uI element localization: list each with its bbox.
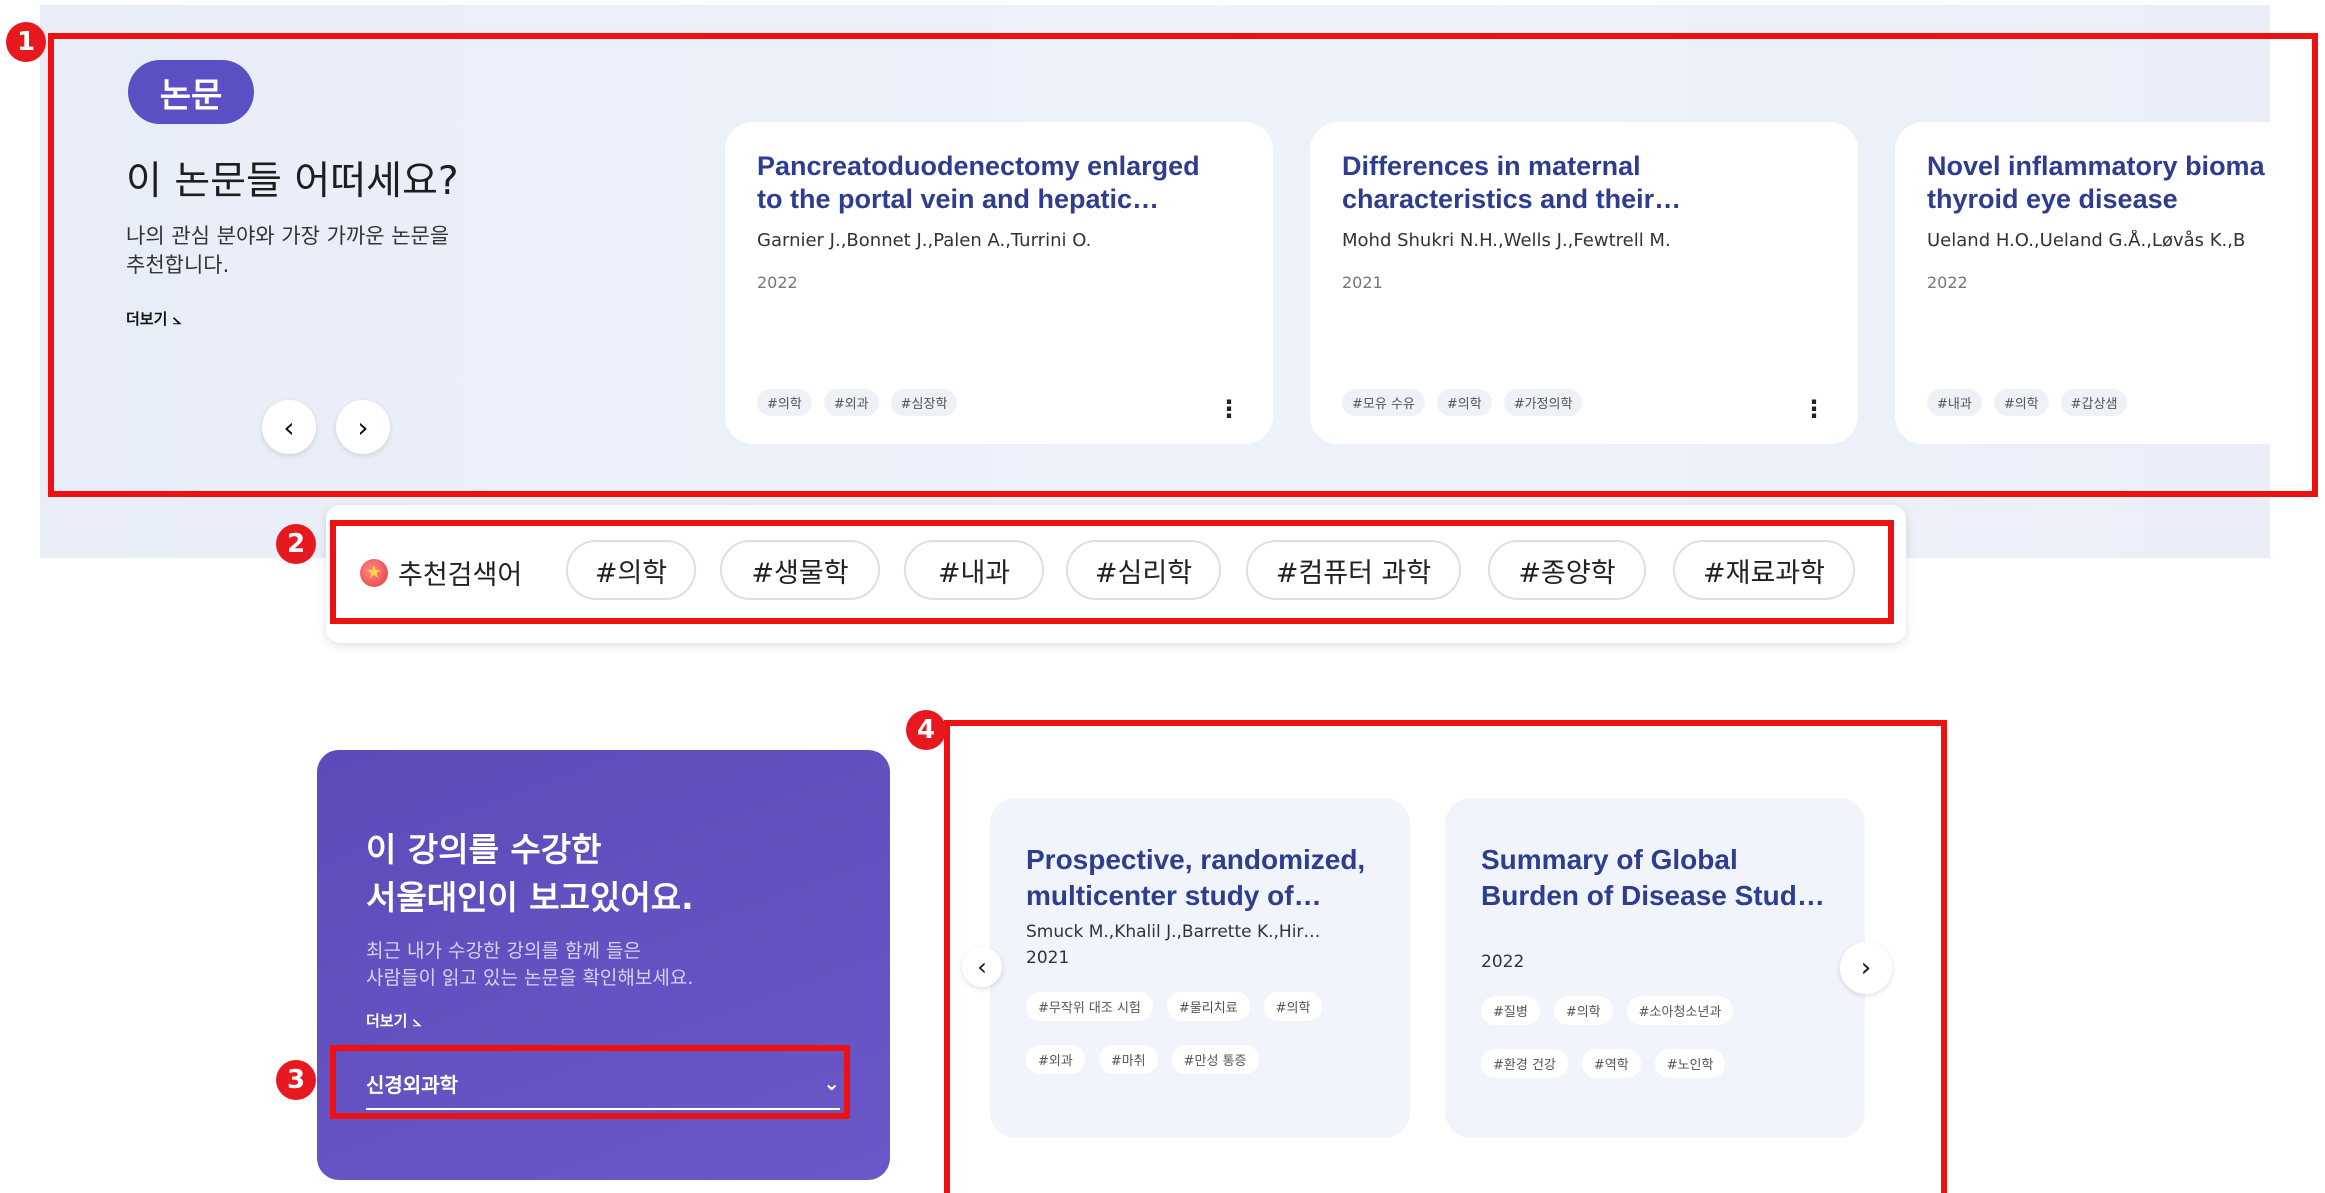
annotation-marker-2: 2	[276, 524, 316, 564]
tag-chip[interactable]: #소아청소년과	[1626, 996, 1734, 1025]
recommended-paper-card[interactable]: Prospective, randomized, multicenter stu…	[990, 798, 1410, 1138]
tag-chip[interactable]: #노인학	[1654, 1049, 1726, 1078]
search-label-text: 추천검색어	[398, 560, 523, 591]
tag-chip[interactable]: #외과	[823, 389, 879, 416]
lecture-title-line: 이 강의를 수강한	[366, 830, 602, 869]
keyword-chip[interactable]: #컴퓨터 과학	[1246, 540, 1461, 600]
tag-chip[interactable]: #역학	[1581, 1049, 1641, 1078]
chevron-right-icon: ›	[357, 410, 369, 444]
paper-title-line: to the portal vein and hepatic…	[757, 184, 1160, 214]
rec-title-line: Prospective, randomized,	[1026, 844, 1366, 875]
tag-chip[interactable]: #질병	[1481, 996, 1540, 1025]
recommend-prev-button[interactable]: ‹	[962, 947, 1002, 987]
papers-badge: 논문	[128, 60, 254, 124]
paper-card-title[interactable]: Novel inflammatory bioma thyroid eye dis…	[1927, 150, 2270, 216]
lecture-section-description: 최근 내가 수강한 강의를 함께 들은 사람들이 읽고 있는 논문을 확인해보세…	[366, 938, 693, 992]
keyword-chip[interactable]: #내과	[904, 540, 1044, 600]
lecture-title-line: 서울대인이 보고있어요.	[366, 878, 694, 917]
tag-chip[interactable]: #마취	[1098, 1045, 1158, 1074]
rec-card-tags: #질병 #의학 #소아청소년과	[1481, 996, 1829, 1025]
tag-chip[interactable]: #의학	[1263, 992, 1323, 1021]
papers-next-button[interactable]: ›	[336, 400, 390, 454]
tag-chip[interactable]: #환경 건강	[1481, 1049, 1568, 1078]
lecture-description-line: 최근 내가 수강한 강의를 함께 들은	[366, 940, 641, 962]
tag-chip[interactable]: #만성 통증	[1171, 1045, 1259, 1074]
paper-title-line: characteristics and their…	[1342, 184, 1682, 214]
keyword-chip[interactable]: #의학	[566, 540, 696, 600]
paper-card-year: 2021	[1342, 273, 1383, 292]
paper-title-line: Differences in maternal	[1342, 151, 1641, 181]
rec-card-year: 2022	[1481, 952, 1525, 972]
star-badge-icon: ★	[360, 558, 388, 587]
chevron-left-icon: ‹	[977, 953, 987, 981]
paper-card-tags: #의학 #외과 #심장학	[757, 389, 958, 416]
paper-card[interactable]: Pancreatoduodenectomy enlarged to the po…	[725, 122, 1273, 444]
rec-title-line: Summary of Global	[1481, 844, 1738, 875]
tag-chip[interactable]: #모유 수유	[1342, 389, 1425, 416]
annotation-marker-3: 3	[276, 1060, 316, 1100]
rec-card-authors: Smuck M.,Khalil J.,Barrette K.,Hir…	[1026, 922, 1321, 942]
lecture-section-title: 이 강의를 수강한 서울대인이 보고있어요.	[366, 826, 694, 922]
paper-card-authors: Garnier J.,Bonnet J.,Palen A.,Turrini O.	[757, 230, 1092, 251]
tag-chip[interactable]: #물리치료	[1166, 992, 1250, 1021]
paper-title-line: thyroid eye disease	[1927, 184, 2178, 214]
tag-chip[interactable]: #내과	[1927, 389, 1982, 416]
tag-chip[interactable]: #갑상샘	[2060, 389, 2128, 416]
recommended-paper-card[interactable]: Summary of Global Burden of Disease Stud…	[1445, 798, 1865, 1138]
tag-chip[interactable]: #외과	[1026, 1045, 1085, 1074]
annotation-marker-1: 1	[6, 22, 46, 62]
paper-card[interactable]: Novel inflammatory bioma thyroid eye dis…	[1895, 122, 2270, 444]
papers-more-link[interactable]: 더보기 ⦣	[126, 308, 181, 329]
lecture-description-line: 사람들이 읽고 있는 논문을 확인해보세요.	[366, 967, 694, 989]
paper-title-line: Novel inflammatory bioma	[1927, 151, 2265, 181]
papers-section-title: 이 논문들 어떠세요?	[126, 159, 459, 204]
paper-card[interactable]: Differences in maternal characteristics …	[1310, 122, 1858, 444]
paper-card-tags: #내과 #의학 #갑상샘	[1927, 389, 2128, 416]
chevron-left-icon: ‹	[283, 410, 295, 444]
papers-prev-button[interactable]: ‹	[262, 400, 316, 454]
tag-chip[interactable]: #의학	[1993, 389, 2049, 416]
more-arrow-icon: ⦣	[412, 1012, 422, 1030]
tag-chip[interactable]: #심장학	[890, 389, 958, 416]
papers-section-description: 나의 관심 분야와 가장 가까운 논문을 추천합니다.	[126, 222, 486, 280]
more-link-label: 더보기	[366, 1012, 408, 1030]
rec-card-year: 2021	[1026, 948, 1070, 968]
keyword-chip[interactable]: #종양학	[1488, 540, 1646, 600]
keyword-chip[interactable]: #생물학	[720, 540, 880, 600]
recommend-next-button[interactable]: ›	[1840, 942, 1892, 994]
recommended-search-label: ★ 추천검색어	[360, 553, 522, 592]
paper-card-title[interactable]: Differences in maternal characteristics …	[1342, 150, 1826, 216]
paper-card-authors: Ueland H.O.,Ueland G.Å.,Løvås K.,B	[1927, 230, 2246, 251]
chevron-right-icon: ›	[1860, 953, 1872, 983]
rec-card-title[interactable]: Summary of Global Burden of Disease Stud…	[1481, 842, 1829, 914]
rec-title-line: multicenter study of…	[1026, 880, 1322, 911]
rec-card-tags: #외과 #마취 #만성 통증	[1026, 1045, 1374, 1074]
rec-card-tags: #환경 건강 #역학 #노인학	[1481, 1049, 1829, 1078]
papers-description-line: 나의 관심 분야와 가장 가까운 논문을	[126, 224, 450, 248]
paper-title-line: Pancreatoduodenectomy enlarged	[757, 151, 1200, 181]
paper-card-year: 2022	[757, 273, 798, 292]
keyword-chip[interactable]: #심리학	[1066, 540, 1221, 600]
paper-card-tags: #모유 수유 #의학 #가정의학	[1342, 389, 1583, 416]
tag-chip[interactable]: #무작위 대조 시험	[1026, 992, 1153, 1021]
more-arrow-icon: ⦣	[172, 310, 182, 328]
rec-title-line: Burden of Disease Study…	[1481, 880, 1829, 911]
rec-card-tags: #무작위 대조 시험 #물리치료 #의학	[1026, 992, 1374, 1021]
tag-chip[interactable]: #의학	[1436, 389, 1492, 416]
more-link-label: 더보기	[126, 310, 168, 328]
tag-chip[interactable]: #가정의학	[1503, 389, 1583, 416]
paper-card-authors: Mohd Shukri N.H.,Wells J.,Fewtrell M.	[1342, 230, 1671, 251]
keyword-chip[interactable]: #재료과학	[1673, 540, 1855, 600]
annotation-marker-4: 4	[906, 710, 946, 750]
tag-chip[interactable]: #의학	[1553, 996, 1613, 1025]
lecture-more-link[interactable]: 더보기 ⦣	[366, 1010, 421, 1031]
annotation-box-3	[330, 1045, 850, 1119]
more-options-icon[interactable]: ⋮	[1217, 397, 1241, 421]
paper-card-year: 2022	[1927, 273, 1968, 292]
tag-chip[interactable]: #의학	[757, 389, 812, 416]
paper-card-title[interactable]: Pancreatoduodenectomy enlarged to the po…	[757, 150, 1241, 216]
more-options-icon[interactable]: ⋮	[1802, 397, 1826, 421]
papers-description-line: 추천합니다.	[126, 253, 230, 277]
rec-card-title[interactable]: Prospective, randomized, multicenter stu…	[1026, 842, 1374, 914]
